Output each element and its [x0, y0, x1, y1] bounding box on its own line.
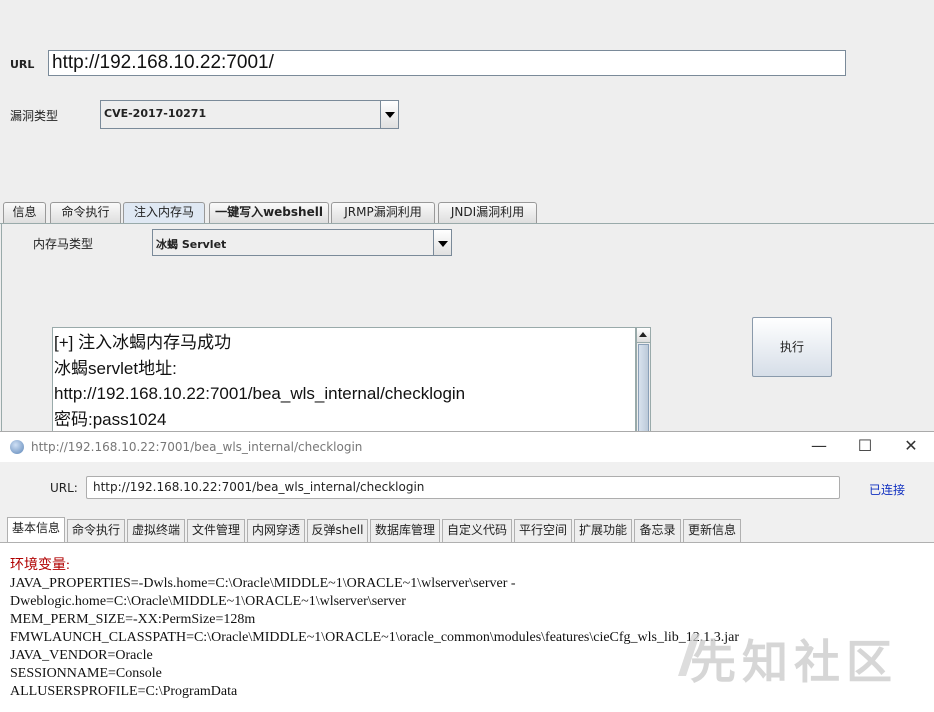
tab-intranet-tunnel[interactable]: 内网穿透: [247, 519, 305, 542]
tab-custom-code[interactable]: 自定义代码: [442, 519, 512, 542]
target-url-input[interactable]: http://192.168.10.22:7001/: [48, 50, 846, 76]
tab-update-info[interactable]: 更新信息: [683, 519, 741, 542]
tab-command-exec[interactable]: 命令执行: [67, 519, 125, 542]
output-line: 密码:pass1024: [54, 409, 167, 429]
tab-database-manager[interactable]: 数据库管理: [370, 519, 440, 542]
vuln-type-label: 漏洞类型: [10, 109, 59, 123]
output-line: [+] 注入冰蝎内存马成功: [54, 333, 232, 352]
memshell-type-select[interactable]: 冰蝎 Servlet: [152, 229, 452, 256]
minimize-icon[interactable]: —: [796, 432, 842, 462]
chevron-down-icon[interactable]: [433, 230, 451, 255]
tab-info[interactable]: 信息: [3, 202, 46, 223]
app-icon: [10, 440, 24, 454]
vuln-type-value: CVE-2017-10271: [104, 107, 207, 120]
tab-command-exec[interactable]: 命令执行: [50, 202, 121, 223]
tab-write-webshell[interactable]: 一键写入webshell: [209, 202, 329, 223]
output-line: 冰蝎servlet地址:: [54, 358, 177, 378]
close-icon[interactable]: ✕: [888, 432, 934, 462]
tab-extensions[interactable]: 扩展功能: [574, 519, 632, 542]
tab-file-manager[interactable]: 文件管理: [187, 519, 245, 542]
output-textarea[interactable]: [+] 注入冰蝎内存马成功 冰蝎servlet地址: http://192.16…: [52, 327, 636, 447]
env-line: Dweblogic.home=C:\Oracle\MIDDLE~1\ORACLE…: [10, 594, 406, 609]
tab-jndi[interactable]: JNDI漏洞利用: [438, 202, 537, 223]
tab-jrmp[interactable]: JRMP漏洞利用: [331, 202, 435, 223]
tab-parallel-space[interactable]: 平行空间: [514, 519, 572, 542]
output-scrollbar[interactable]: [636, 327, 651, 447]
window-title: http://192.168.10.22:7001/bea_wls_intern…: [31, 440, 363, 454]
env-line: JAVA_PROPERTIES=-Dwls.home=C:\Oracle\MID…: [10, 576, 516, 591]
url-label: URL: [10, 58, 35, 71]
memshell-type-value: 冰蝎 Servlet: [156, 238, 227, 251]
tab-memo[interactable]: 备忘录: [634, 519, 681, 542]
shell-url-input[interactable]: http://192.168.10.22:7001/bea_wls_intern…: [86, 476, 840, 499]
tab-inject-memshell[interactable]: 注入内存马: [123, 202, 205, 224]
vuln-type-select[interactable]: CVE-2017-10271: [100, 100, 399, 129]
scroll-up-icon[interactable]: [637, 328, 650, 343]
env-title: 环境变量:: [10, 558, 70, 573]
tab-reverse-shell[interactable]: 反弹shell: [307, 519, 368, 542]
output-line: http://192.168.10.22:7001/bea_wls_intern…: [54, 384, 466, 403]
maximize-icon[interactable]: ☐: [842, 432, 888, 462]
tab-virtual-terminal[interactable]: 虚拟终端: [127, 519, 185, 542]
execute-button[interactable]: 执行: [752, 317, 832, 377]
panel-divider: [1, 223, 2, 443]
tab-basic-info[interactable]: 基本信息: [7, 517, 65, 543]
shell-url-label: URL:: [50, 481, 78, 495]
chevron-down-icon[interactable]: [380, 101, 398, 128]
scroll-thumb[interactable]: [638, 344, 649, 444]
watermark-text: 先知社区: [690, 635, 898, 689]
title-bar[interactable]: http://192.168.10.22:7001/bea_wls_intern…: [0, 432, 934, 462]
connection-status: 已连接: [869, 483, 906, 497]
memshell-type-label: 内存马类型: [33, 237, 94, 251]
